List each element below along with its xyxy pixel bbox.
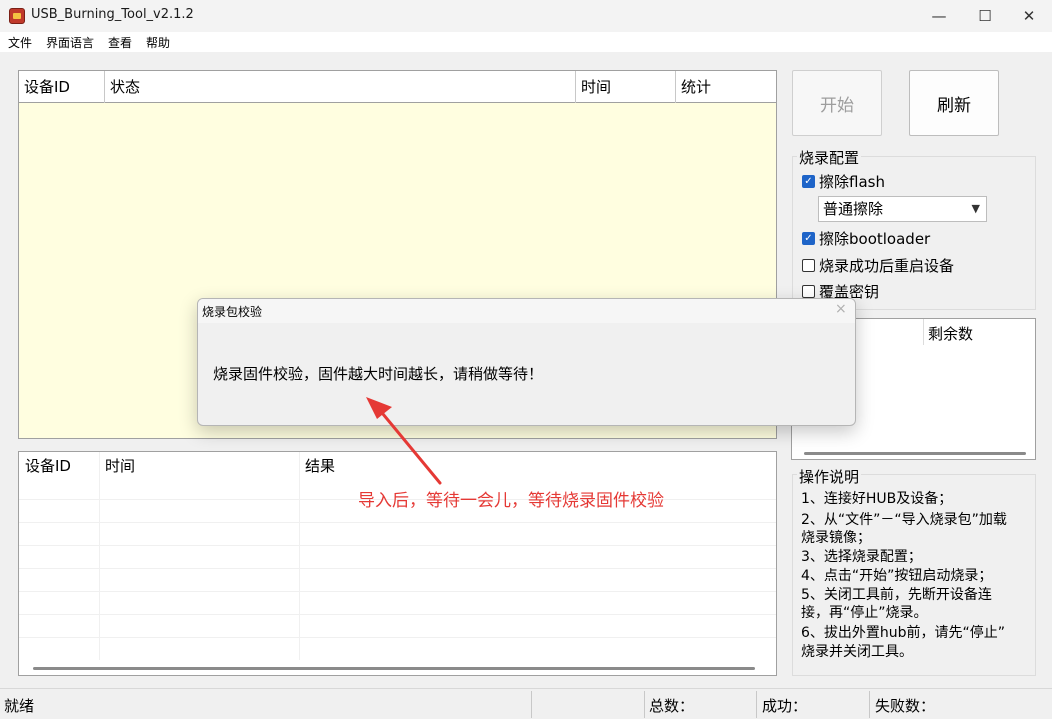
table-row bbox=[19, 545, 776, 546]
menu-file[interactable]: 文件 bbox=[8, 34, 32, 51]
refresh-button[interactable]: 刷新 bbox=[909, 70, 999, 136]
column-result[interactable]: 结果 bbox=[299, 452, 335, 482]
column-device-id[interactable]: 设备ID bbox=[19, 452, 71, 482]
status-divider bbox=[756, 691, 757, 718]
table-row bbox=[19, 637, 776, 638]
horizontal-scrollbar[interactable] bbox=[804, 452, 1026, 455]
erase-bootloader-label: 擦除bootloader bbox=[819, 230, 931, 248]
column-status[interactable]: 状态 bbox=[105, 71, 576, 103]
maximize-icon[interactable]: ☐ bbox=[962, 0, 1008, 32]
menu-bar: 文件 界面语言 查看 帮助 bbox=[0, 32, 1052, 52]
instruction-line: 5、关闭工具前，先断开设备连 bbox=[801, 587, 992, 603]
app-icon bbox=[9, 8, 25, 24]
column-time[interactable]: 时间 bbox=[576, 71, 676, 103]
close-icon[interactable]: ✕ bbox=[1006, 0, 1052, 32]
menu-view[interactable]: 查看 bbox=[108, 34, 132, 51]
erase-mode-select[interactable]: 普通擦除 ▼ bbox=[818, 196, 987, 222]
window-title: USB_Burning_Tool_v2.1.2 bbox=[31, 7, 194, 22]
column-stats[interactable]: 统计 bbox=[676, 71, 776, 103]
horizontal-scrollbar[interactable] bbox=[33, 667, 755, 670]
status-success: 成功： bbox=[762, 697, 808, 715]
instruction-line: 烧录镜像； bbox=[801, 530, 871, 546]
status-fail: 失败数： bbox=[875, 697, 936, 715]
instruction-line: 6、拔出外置hub前，请先“停止” bbox=[801, 625, 1006, 641]
table-row bbox=[19, 614, 776, 615]
result-list[interactable]: 设备ID 时间 结果 bbox=[18, 451, 777, 676]
dialog-title-bar[interactable]: 烧录包校验 × bbox=[198, 299, 855, 323]
instruction-line: 烧录并关闭工具。 bbox=[801, 644, 913, 660]
table-row bbox=[19, 522, 776, 523]
status-divider bbox=[869, 691, 870, 718]
table-row bbox=[19, 568, 776, 569]
minimize-icon[interactable]: — bbox=[916, 0, 962, 32]
erase-flash-label: 擦除flash bbox=[819, 173, 885, 191]
device-list-header: 设备ID 状态 时间 统计 bbox=[19, 71, 776, 103]
column-divider bbox=[923, 319, 924, 345]
status-divider bbox=[531, 691, 532, 718]
chevron-down-icon: ▼ bbox=[971, 202, 980, 215]
status-total: 总数： bbox=[649, 697, 695, 715]
status-divider bbox=[644, 691, 645, 718]
dialog-title: 烧录包校验 bbox=[202, 305, 263, 319]
checkbox-unchecked-icon bbox=[802, 259, 815, 272]
instruction-line: 1、连接好HUB及设备； bbox=[801, 491, 953, 507]
instruction-line: 2、从“文件”－“导入烧录包”加载 bbox=[801, 512, 1007, 528]
checkbox-checked-icon: ✓ bbox=[802, 232, 815, 245]
erase-bootloader-checkbox[interactable]: ✓ 擦除bootloader bbox=[802, 228, 930, 249]
instruction-line: 4、点击“开始”按钮启动烧录； bbox=[801, 568, 993, 584]
title-bar: USB_Burning_Tool_v2.1.2 — ☐ ✕ bbox=[0, 0, 1052, 32]
menu-help[interactable]: 帮助 bbox=[146, 34, 170, 51]
instruction-line: 接，再“停止”烧录。 bbox=[801, 605, 928, 621]
reboot-after-checkbox[interactable]: 烧录成功后重启设备 bbox=[802, 255, 954, 276]
burn-config-title: 烧录配置 bbox=[797, 147, 862, 168]
status-bar: 就绪 总数： 成功： 失败数： bbox=[0, 688, 1052, 719]
menu-language[interactable]: 界面语言 bbox=[46, 34, 94, 51]
column-remaining[interactable]: 剩余数 bbox=[928, 323, 973, 344]
erase-flash-checkbox[interactable]: ✓ 擦除flash bbox=[802, 171, 885, 192]
reboot-after-label: 烧录成功后重启设备 bbox=[819, 257, 955, 275]
erase-mode-value: 普通擦除 bbox=[823, 200, 884, 218]
column-divider bbox=[99, 452, 100, 660]
close-icon[interactable]: × bbox=[835, 301, 847, 317]
instruction-line: 3、选择烧录配置； bbox=[801, 549, 922, 565]
checkbox-unchecked-icon bbox=[802, 285, 815, 298]
start-button[interactable]: 开始 bbox=[792, 70, 882, 136]
checkbox-checked-icon: ✓ bbox=[802, 175, 815, 188]
dialog-message: 烧录固件校验，固件越大时间越长，请稍做等待！ bbox=[213, 365, 544, 383]
column-device-id[interactable]: 设备ID bbox=[19, 71, 105, 103]
column-divider bbox=[299, 452, 300, 660]
table-row bbox=[19, 591, 776, 592]
instructions-title: 操作说明 bbox=[797, 466, 862, 487]
status-ready: 就绪 bbox=[4, 697, 35, 715]
annotation-text: 导入后，等待一会儿，等待烧录固件校验 bbox=[358, 491, 664, 511]
column-time[interactable]: 时间 bbox=[99, 452, 135, 482]
firmware-check-dialog[interactable]: 烧录包校验 × 烧录固件校验，固件越大时间越长，请稍做等待！ bbox=[197, 298, 856, 426]
